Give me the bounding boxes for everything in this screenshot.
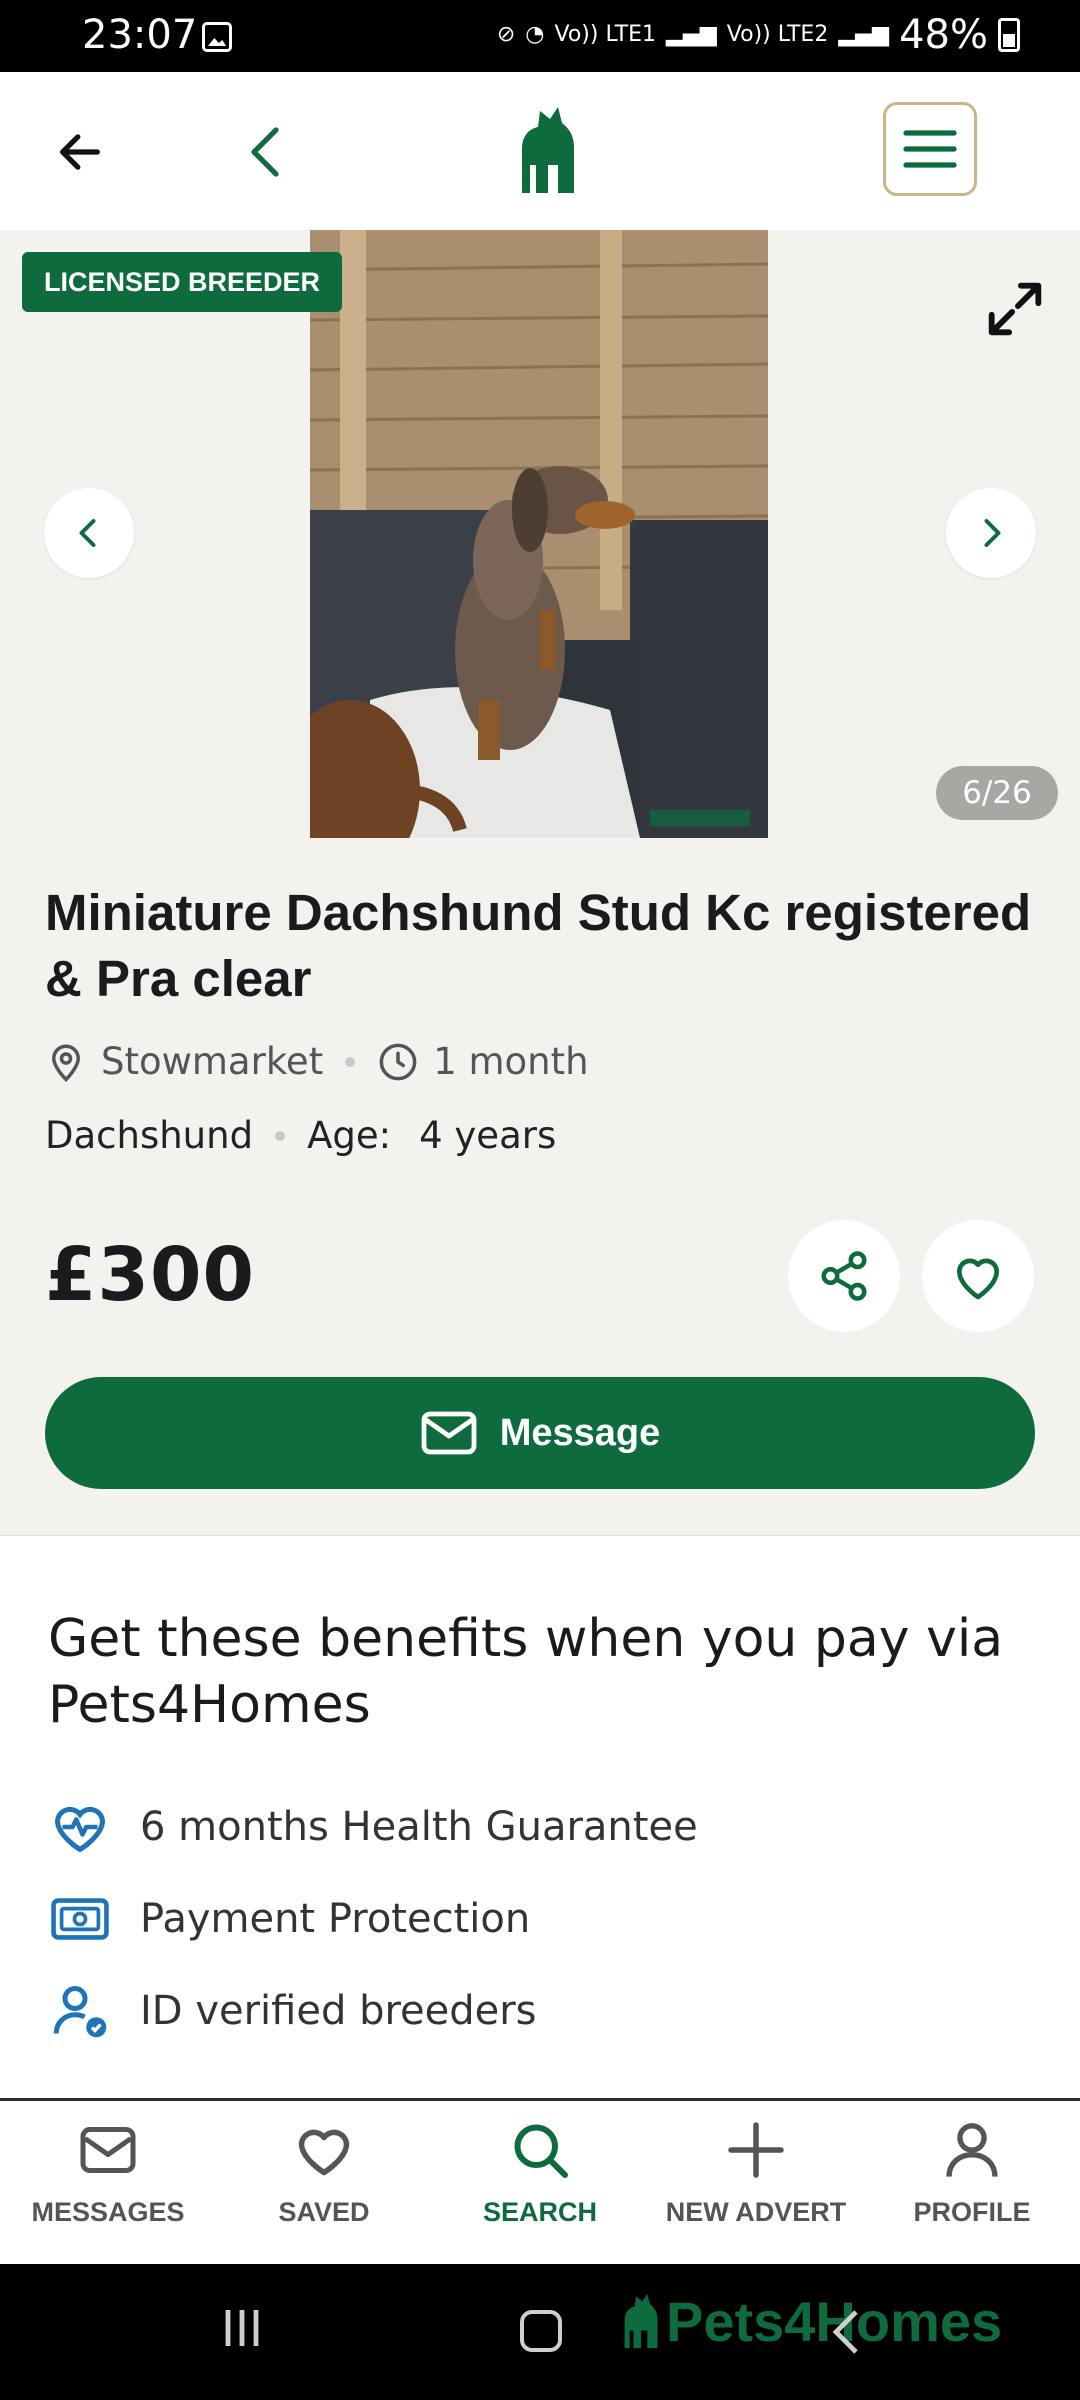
- nav-label: SAVED: [278, 2197, 370, 2227]
- app-header: [0, 72, 1080, 231]
- benefit-id-verified: ID verified breeders: [48, 1979, 537, 2043]
- signal-2-icon: ▂▄▆: [838, 22, 890, 47]
- watermark-logo-icon: [624, 2293, 658, 2349]
- message-button-label: Message: [499, 1411, 661, 1454]
- signal-1-icon: ▂▄▆: [666, 22, 717, 47]
- listing-title: Miniature Dachshund Stud Kc registered &…: [45, 884, 1032, 1007]
- benefit-health-guarantee: 6 months Health Guarantee: [48, 1795, 698, 1859]
- signal-2-label: Vo)) LTE2: [726, 22, 829, 47]
- benefit-payment-protection: Payment Protection: [48, 1887, 530, 1951]
- nav-saved[interactable]: SAVED: [216, 2115, 432, 2228]
- previous-photo-button[interactable]: [44, 488, 134, 578]
- pets4homes-watermark: Pets4Homes: [612, 2286, 1002, 2356]
- signal-1-label: Vo)) LTE1: [554, 22, 657, 47]
- chevron-left-icon: [79, 519, 96, 547]
- back-button[interactable]: [40, 112, 120, 192]
- heart-pulse-icon: [48, 1795, 112, 1859]
- logo-icon: [522, 107, 574, 193]
- location-pin-icon: [45, 1041, 87, 1083]
- status-time: 23:07: [82, 12, 198, 58]
- hamburger-menu-icon: [903, 130, 957, 168]
- nav-label: MESSAGES: [31, 2197, 185, 2227]
- licensed-breeder-badge: LICENSED BREEDER: [22, 252, 343, 312]
- age-value: 4 years: [419, 1114, 557, 1157]
- recent-apps-icon: [225, 2310, 259, 2346]
- nav-label: SEARCH: [482, 2197, 597, 2227]
- menu-button[interactable]: [883, 102, 977, 196]
- system-back-button[interactable]: [826, 2308, 866, 2356]
- expand-icon: [988, 282, 1042, 336]
- nav-new-advert[interactable]: NEW ADVERT: [648, 2115, 864, 2228]
- location-text: Stowmarket: [101, 1040, 324, 1083]
- clock-icon: [377, 1041, 419, 1083]
- price: £300: [45, 1232, 255, 1318]
- fullscreen-button[interactable]: [980, 274, 1050, 344]
- system-back-icon: [832, 2310, 858, 2354]
- nav-label: PROFILE: [913, 2197, 1031, 2227]
- data-saver-icon: ⊘: [496, 22, 516, 47]
- age-label: Age:: [307, 1114, 392, 1157]
- separator-dot: [345, 1056, 356, 1067]
- bottom-navigation: MESSAGES SAVED SEARCH NEW ADVERT PROFILE: [0, 2098, 1080, 2264]
- benefit-label: Payment Protection: [140, 1896, 531, 1942]
- status-bar: 23:07 ⊘ ◔ Vo)) LTE1 ▂▄▆ Vo)) LTE2 ▂▄▆ 48…: [0, 0, 1080, 72]
- chevron-left-icon: [251, 127, 279, 177]
- share-button[interactable]: [788, 1220, 900, 1332]
- arrow-left-icon: [60, 134, 100, 170]
- location-row: Stowmarket 1 month: [45, 1040, 589, 1083]
- nav-messages[interactable]: MESSAGES: [0, 2115, 216, 2228]
- system-navigation-bar: Pets4Homes: [0, 2264, 1080, 2400]
- user-icon: [937, 2115, 1007, 2185]
- posted-time: 1 month: [433, 1040, 589, 1083]
- recent-apps-button[interactable]: [220, 2306, 264, 2350]
- verified-user-icon: [48, 1979, 112, 2043]
- benefit-label: 6 months Health Guarantee: [140, 1804, 698, 1850]
- gallery-notification-icon: [202, 22, 232, 52]
- share-icon: [821, 1251, 867, 1301]
- chevron-right-icon: [984, 519, 1001, 547]
- message-button[interactable]: Message: [45, 1377, 1035, 1489]
- envelope-icon: [421, 1411, 477, 1455]
- photo-gallery[interactable]: LICENSED BREEDER 6/26: [0, 230, 1080, 840]
- battery-percent: 48%: [899, 12, 988, 58]
- home-button[interactable]: [520, 2310, 562, 2352]
- benefits-title: Get these benefits when you pay via Pets…: [48, 1609, 1004, 1735]
- heart-icon: [289, 2115, 359, 2185]
- money-icon: [48, 1887, 112, 1951]
- next-photo-button[interactable]: [946, 488, 1036, 578]
- battery-icon: [998, 18, 1020, 52]
- miniature-dachshund-photo[interactable]: [310, 230, 768, 838]
- nav-search[interactable]: SEARCH: [432, 2115, 648, 2228]
- breed-age-row: Dachshund Age: 4 years: [45, 1114, 556, 1157]
- plus-icon: [721, 2115, 791, 2185]
- separator-dot: [275, 1130, 286, 1141]
- photo-counter: 6/26: [936, 766, 1058, 820]
- status-icons: ⊘ ◔ Vo)) LTE1 ▂▄▆ Vo)) LTE2 ▂▄▆ 48%: [497, 12, 1020, 58]
- search-icon: [505, 2115, 575, 2185]
- pets4homes-logo[interactable]: [490, 100, 590, 200]
- previous-page-button[interactable]: [226, 112, 306, 192]
- breed-text: Dachshund: [45, 1114, 254, 1157]
- mail-icon: [73, 2115, 143, 2185]
- heart-icon: [957, 1258, 999, 1300]
- save-favourite-button[interactable]: [922, 1220, 1034, 1332]
- nav-profile[interactable]: PROFILE: [864, 2115, 1080, 2228]
- nav-label: NEW ADVERT: [665, 2197, 847, 2227]
- benefit-label: ID verified breeders: [140, 1988, 537, 2034]
- wifi-icon: ◔: [525, 22, 545, 47]
